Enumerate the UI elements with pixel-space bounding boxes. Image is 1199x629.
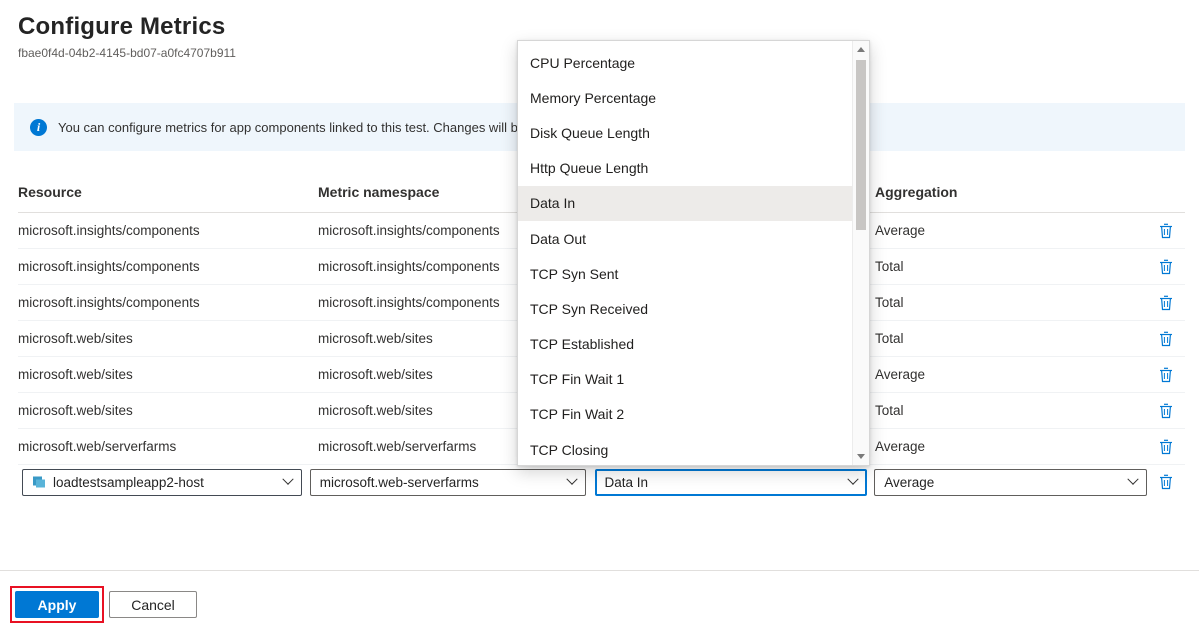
dropdown-option[interactable]: TCP Established: [518, 327, 852, 362]
trash-icon: [1159, 367, 1173, 383]
dropdown-option[interactable]: TCP Syn Received: [518, 291, 852, 326]
cell-aggregation: Total: [875, 331, 1147, 346]
delete-row-button[interactable]: [1157, 365, 1175, 385]
dropdown-option-label: Disk Queue Length: [530, 125, 650, 141]
cell-aggregation: Average: [875, 223, 1147, 238]
trash-icon: [1159, 474, 1173, 490]
cell-aggregation: Total: [875, 403, 1147, 418]
dropdown-option-label: Data In: [530, 195, 575, 211]
dropdown-option[interactable]: Disk Queue Length: [518, 115, 852, 150]
cell-aggregation: Average: [875, 367, 1147, 382]
metric-dropdown-list: CPU Percentage Memory Percentage Disk Qu…: [517, 40, 870, 466]
apply-annotation-highlight: Apply: [10, 586, 104, 623]
dropdown-option-label: Data Out: [530, 231, 586, 247]
trash-icon: [1159, 295, 1173, 311]
cell-resource: microsoft.insights/components: [18, 223, 318, 238]
cell-resource: microsoft.web/sites: [18, 331, 318, 346]
dropdown-option-label: TCP Closing: [530, 442, 608, 458]
dropdown-option[interactable]: TCP Fin Wait 2: [518, 397, 852, 432]
dropdown-option-label: TCP Established: [530, 336, 634, 352]
footer: Apply Cancel: [10, 586, 197, 623]
resource-select-value: loadtestsampleapp2-host: [53, 475, 277, 490]
page-title: Configure Metrics: [18, 12, 1181, 42]
cell-resource: microsoft.web/sites: [18, 367, 318, 382]
chevron-down-icon: [282, 474, 293, 485]
edit-metric-row: loadtestsampleapp2-host microsoft.web-se…: [18, 465, 1185, 499]
dropdown-option-label: TCP Fin Wait 2: [530, 406, 624, 422]
trash-icon: [1159, 439, 1173, 455]
scrollbar-down-arrow-icon[interactable]: [853, 448, 869, 465]
dropdown-option-label: TCP Syn Received: [530, 301, 648, 317]
dropdown-option[interactable]: Memory Percentage: [518, 80, 852, 115]
scrollbar-up-arrow-icon[interactable]: [853, 41, 869, 58]
delete-row-button[interactable]: [1157, 401, 1175, 421]
chevron-down-icon: [1127, 474, 1138, 485]
aggregation-select[interactable]: Average: [874, 469, 1147, 496]
chevron-down-icon: [566, 474, 577, 485]
dropdown-option[interactable]: Data In: [518, 186, 852, 221]
column-header-actions: [1147, 200, 1185, 212]
dropdown-scrollbar[interactable]: [852, 41, 869, 465]
scrollbar-thumb[interactable]: [856, 60, 866, 230]
dropdown-option-label: TCP Fin Wait 1: [530, 371, 624, 387]
dropdown-option[interactable]: TCP Fin Wait 1: [518, 362, 852, 397]
cell-aggregation: Average: [875, 439, 1147, 454]
cell-aggregation: Total: [875, 295, 1147, 310]
dropdown-option-label: Memory Percentage: [530, 90, 656, 106]
trash-icon: [1159, 403, 1173, 419]
footer-divider: [0, 570, 1199, 571]
dropdown-option-label: CPU Percentage: [530, 55, 635, 71]
cell-aggregation: Total: [875, 259, 1147, 274]
trash-icon: [1159, 223, 1173, 239]
delete-row-button[interactable]: [1157, 437, 1175, 457]
column-header-aggregation: Aggregation: [875, 184, 1147, 212]
trash-icon: [1159, 331, 1173, 347]
cell-resource: microsoft.web/serverfarms: [18, 439, 318, 454]
column-header-resource: Resource: [18, 184, 318, 212]
trash-icon: [1159, 259, 1173, 275]
cell-resource: microsoft.insights/components: [18, 259, 318, 274]
metric-namespace-select-value: microsoft.web-serverfarms: [320, 475, 561, 490]
chevron-down-icon: [848, 474, 859, 485]
apply-button[interactable]: Apply: [15, 591, 99, 618]
dropdown-option[interactable]: TCP Closing: [518, 432, 852, 467]
app-service-plan-icon: [32, 475, 46, 489]
delete-row-button[interactable]: [1157, 472, 1175, 492]
info-icon: [30, 119, 47, 136]
cell-resource: microsoft.web/sites: [18, 403, 318, 418]
dropdown-option[interactable]: Data Out: [518, 221, 852, 256]
dropdown-option[interactable]: TCP Syn Sent: [518, 256, 852, 291]
delete-row-button[interactable]: [1157, 329, 1175, 349]
aggregation-select-value: Average: [884, 475, 1122, 490]
delete-row-button[interactable]: [1157, 293, 1175, 313]
cancel-button[interactable]: Cancel: [109, 591, 197, 618]
dropdown-options: CPU Percentage Memory Percentage Disk Qu…: [518, 41, 852, 467]
metric-select[interactable]: Data In: [595, 469, 868, 496]
dropdown-option-label: TCP Syn Sent: [530, 266, 618, 282]
dropdown-option[interactable]: Http Queue Length: [518, 151, 852, 186]
delete-row-button[interactable]: [1157, 221, 1175, 241]
resource-select[interactable]: loadtestsampleapp2-host: [22, 469, 302, 496]
cell-resource: microsoft.insights/components: [18, 295, 318, 310]
metric-namespace-select[interactable]: microsoft.web-serverfarms: [310, 469, 586, 496]
dropdown-option[interactable]: CPU Percentage: [518, 45, 852, 80]
dropdown-option-label: Http Queue Length: [530, 160, 648, 176]
metric-select-value: Data In: [605, 475, 843, 490]
delete-row-button[interactable]: [1157, 257, 1175, 277]
